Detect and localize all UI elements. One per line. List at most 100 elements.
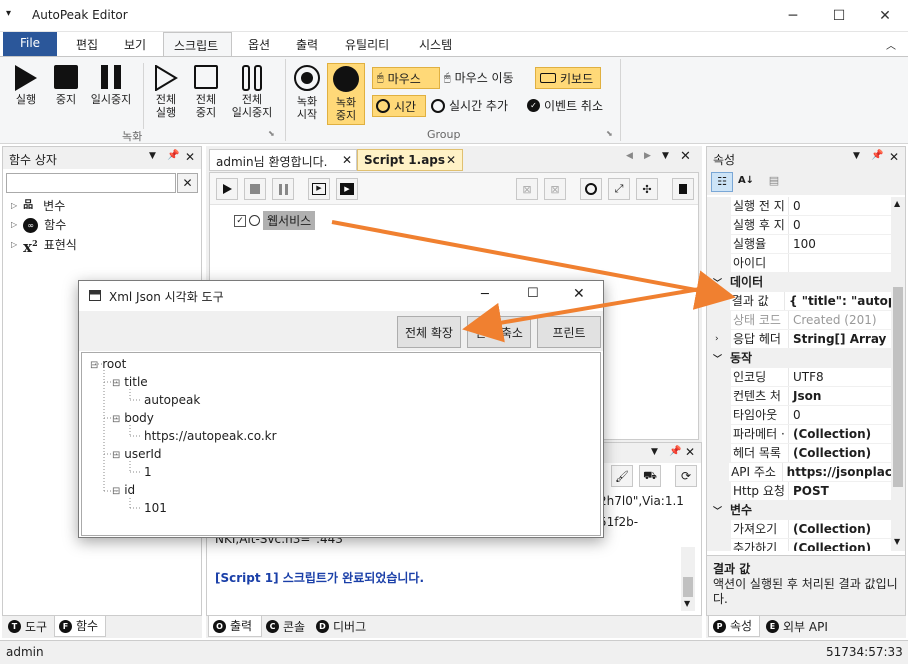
tab-edit[interactable]: 편집 [66, 32, 108, 56]
alphabetical-sort-button[interactable]: A↓ [735, 172, 757, 192]
editor-run-selection-button[interactable]: ▶ [308, 178, 330, 200]
property-row[interactable]: 실행 후 지 0 [707, 216, 891, 235]
tab-external-api[interactable]: E 외부 API [762, 616, 838, 637]
tree-node-title[interactable]: ⊟ title [112, 372, 148, 392]
mouse-toggle[interactable]: 🖱 마우스 [372, 67, 440, 89]
property-row[interactable]: 헤더 목록 (Collection) [707, 444, 891, 463]
tree-node-value[interactable]: 1 [144, 462, 152, 482]
tab-close-icon[interactable]: ✕ [446, 153, 456, 167]
pane-close-icon[interactable]: ✕ [185, 150, 195, 164]
editor-expand-button[interactable]: ⤢ [608, 178, 630, 200]
pane-close-icon[interactable]: ✕ [685, 445, 695, 459]
pane-close-icon[interactable]: ✕ [889, 150, 899, 164]
minimize-button[interactable]: ─ [770, 0, 816, 32]
output-fill-button[interactable]: ⛟ [639, 465, 661, 487]
editor-stop-button[interactable] [244, 178, 266, 200]
realtime-add-button[interactable]: 실시간 추가 [431, 97, 508, 114]
tab-tools[interactable]: T 도구 [4, 616, 52, 637]
tree-node-userid[interactable]: ⊟ userId [112, 444, 162, 464]
tree-item-function[interactable]: ▷ ∞ 함수 [11, 215, 66, 235]
editor-pause-button[interactable] [272, 178, 294, 200]
property-row[interactable]: 인코딩 UTF8 [707, 368, 891, 387]
keyboard-toggle[interactable]: 키보드 [535, 67, 601, 89]
dialog-close-button[interactable]: ✕ [573, 286, 585, 302]
event-cancel-button[interactable]: ✓ 이벤트 취소 [527, 97, 603, 114]
tab-output[interactable]: 출력 [286, 32, 328, 56]
editor-collapse-button[interactable]: ✣ [636, 178, 658, 200]
tab-list-icon[interactable]: ▼ [662, 151, 669, 161]
doc-tab-welcome[interactable]: admin님 환영합니다. ✕ [209, 149, 357, 171]
tab-properties[interactable]: P 속성 [708, 616, 760, 637]
property-row[interactable]: API 주소 https://jsonplace [707, 463, 891, 482]
editor-run-button[interactable] [216, 178, 238, 200]
stop-button[interactable]: 중지 [46, 65, 86, 106]
output-brush-button[interactable]: 🖌 [611, 465, 633, 487]
ribbon-collapse-icon[interactable]: ︿ [886, 37, 896, 52]
tab-scroll-right-icon[interactable]: ▶ [644, 151, 651, 161]
record-stop-button[interactable]: 녹화 중지 [327, 63, 365, 125]
mouse-move-button[interactable]: 🖱 마우스 이동 [444, 69, 514, 86]
pane-menu-icon[interactable]: ▼ [651, 447, 658, 457]
editor-delete-button[interactable]: ⊠ [516, 178, 538, 200]
editor-delete-all-button[interactable]: ⊠ [544, 178, 566, 200]
tree-item-variable[interactable]: ▷ 品 변수 [11, 196, 65, 216]
run-button[interactable]: 실행 [6, 65, 46, 106]
stop-all-button[interactable]: 전체 중지 [186, 65, 226, 119]
property-row[interactable]: 파라메터 · (Collection) [707, 425, 891, 444]
property-row[interactable]: › 응답 헤더 String[] Array [707, 330, 891, 349]
script-node-webservice[interactable]: ✓ 웹서비스 [234, 211, 316, 230]
doc-close-icon[interactable]: ✕ [680, 149, 691, 164]
tree-node-value[interactable]: autopeak [144, 390, 200, 410]
tab-utility[interactable]: 유틸리티 [335, 32, 399, 56]
output-scrollbar[interactable]: ▼ [681, 547, 695, 611]
property-row[interactable]: 컨텐츠 처 Json [707, 387, 891, 406]
maximize-button[interactable]: ☐ [816, 0, 862, 32]
property-row[interactable]: Http 요청 POST [707, 482, 891, 501]
property-scrollbar[interactable]: ▲ ▼ [891, 197, 905, 551]
close-button[interactable]: ✕ [862, 0, 908, 32]
categorized-view-button[interactable]: ☷ [711, 172, 733, 192]
record-start-button[interactable]: 녹화 시작 [289, 65, 325, 121]
property-row[interactable]: 실행율 100 [707, 235, 891, 254]
dialog-maximize-button[interactable]: ☐ [527, 286, 539, 301]
tab-system[interactable]: 시스템 [409, 32, 462, 56]
checkbox-checked-icon[interactable]: ✓ [234, 214, 246, 227]
collapse-all-button[interactable]: 전체 축소 [467, 316, 531, 348]
property-row[interactable]: 결과 값{ "title": "autop [707, 292, 891, 311]
tab-output-panel[interactable]: O 출력 [208, 616, 262, 637]
pin-icon[interactable]: 📌 [669, 446, 681, 457]
property-category[interactable]: ﹀ 데이터 [707, 273, 891, 292]
pause-all-button[interactable]: 전체 일시중지 [224, 65, 280, 119]
run-all-button[interactable]: 전체 실행 [146, 64, 186, 119]
function-search-input[interactable] [6, 173, 176, 193]
tree-node-value[interactable]: 101 [144, 498, 167, 518]
output-refresh-button[interactable]: ⟳ [675, 465, 697, 487]
property-row[interactable]: 가져오기 (Collection) [707, 520, 891, 539]
pause-button[interactable]: 일시중지 [84, 65, 138, 106]
property-pages-button[interactable]: ▤ [763, 172, 785, 192]
tree-node-value[interactable]: https://autopeak.co.kr [144, 426, 277, 446]
pane-menu-icon[interactable]: ▼ [149, 151, 156, 161]
property-category[interactable]: ﹀ 변수 [707, 501, 891, 520]
tab-close-icon[interactable]: ✕ [342, 153, 352, 167]
tab-debug[interactable]: D 디버그 [312, 616, 374, 637]
dialog-minimize-button[interactable]: ─ [481, 287, 489, 302]
tab-options[interactable]: 옵션 [238, 32, 280, 56]
pin-icon[interactable]: 📌 [167, 150, 179, 161]
dialog-launcher-icon[interactable]: ⬊ [606, 129, 613, 138]
tree-node-id[interactable]: ⊟ id [112, 480, 135, 500]
editor-clear-button[interactable] [672, 178, 694, 200]
tab-scroll-left-icon[interactable]: ◀ [626, 151, 633, 161]
print-button[interactable]: 프린트 [537, 316, 601, 348]
property-category[interactable]: ﹀ 동작 [707, 349, 891, 368]
tab-view[interactable]: 보기 [114, 32, 156, 56]
editor-timer-button[interactable] [580, 178, 602, 200]
tab-file[interactable]: File [3, 32, 57, 56]
tree-node-body[interactable]: ⊟ body [112, 408, 154, 428]
system-menu-icon[interactable]: ▾ [6, 8, 11, 19]
tab-functions[interactable]: F 함수 [54, 616, 106, 637]
time-toggle[interactable]: 시간 [372, 95, 426, 117]
tab-script[interactable]: 스크립트 [163, 32, 232, 56]
dialog-launcher-icon[interactable]: ⬊ [268, 129, 275, 138]
editor-run-step-button[interactable]: ▶ [336, 178, 358, 200]
